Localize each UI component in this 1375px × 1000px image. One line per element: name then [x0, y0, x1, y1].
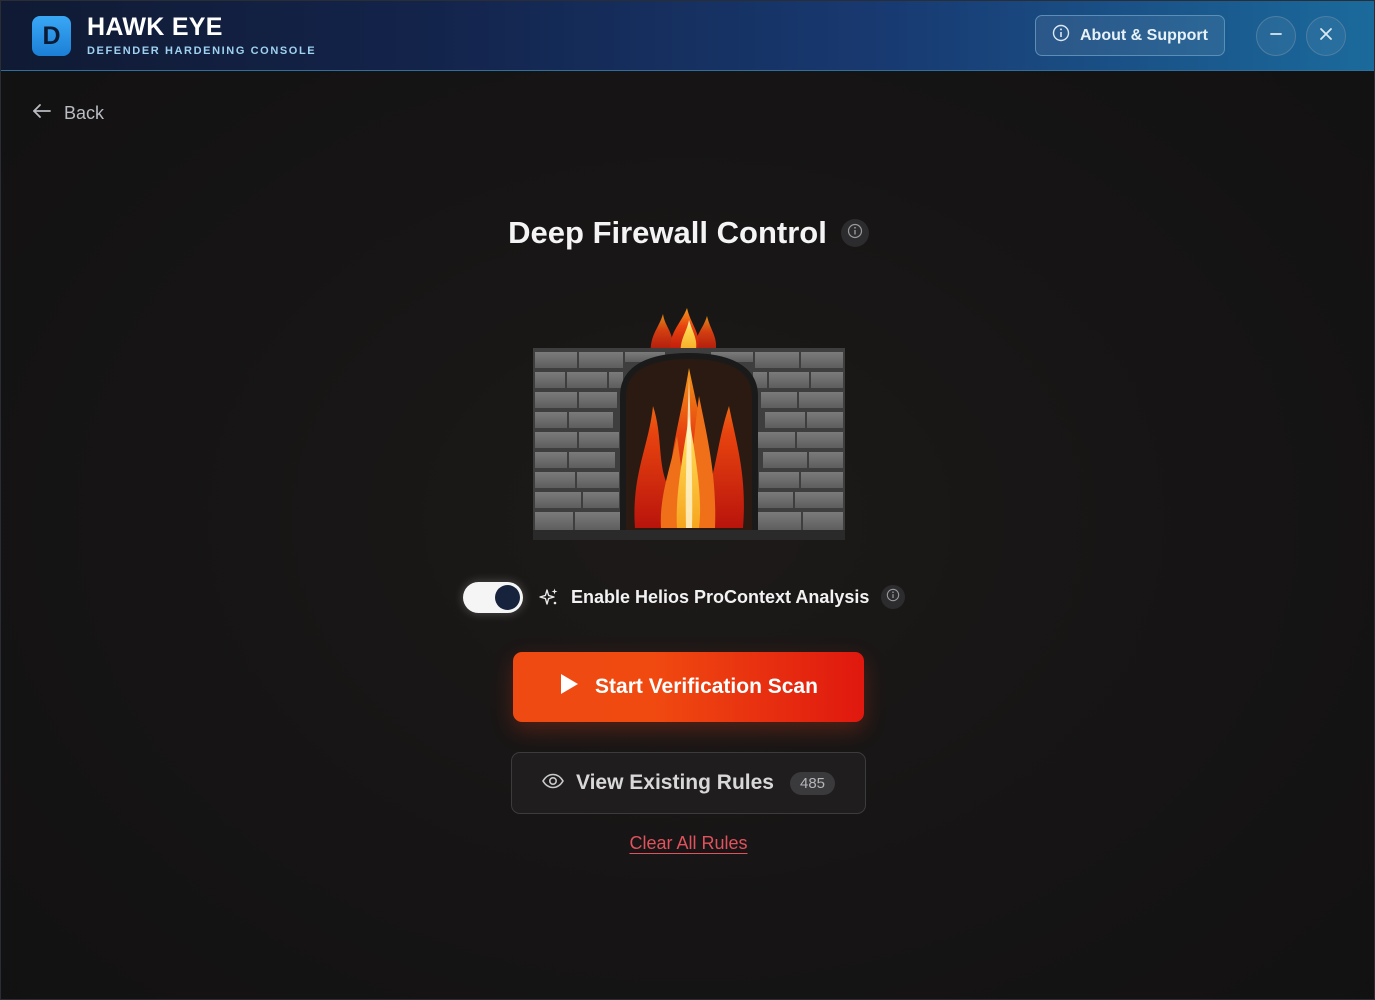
view-existing-rules-button[interactable]: View Existing Rules 485: [511, 752, 866, 814]
play-icon: [559, 673, 579, 701]
back-label: Back: [64, 102, 105, 123]
toggle-knob: [495, 584, 520, 610]
helios-toggle-label: Enable Helios ProContext Analysis: [571, 586, 870, 607]
start-scan-label: Start Verification Scan: [595, 675, 818, 698]
app-title: HAWK EYE: [87, 13, 223, 41]
info-icon: [847, 223, 863, 244]
about-support-button[interactable]: About & Support: [1035, 15, 1225, 56]
title-bar: D HAWK EYE DEFENDER HARDENING CONSOLE Ab…: [1, 1, 1374, 71]
app-subtitle: DEFENDER HARDENING CONSOLE: [87, 45, 317, 57]
app-logo: D: [32, 16, 71, 56]
about-support-label: About & Support: [1080, 26, 1208, 44]
arrow-left-icon: [32, 103, 52, 124]
minimize-button[interactable]: [1256, 16, 1296, 56]
close-icon: [1319, 27, 1333, 46]
app-window: D HAWK EYE DEFENDER HARDENING CONSOLE Ab…: [0, 0, 1375, 1000]
page-title: Deep Firewall Control: [508, 215, 827, 250]
back-link[interactable]: Back: [32, 100, 104, 126]
view-rules-label: View Existing Rules: [575, 771, 774, 794]
minimize-icon: [1269, 27, 1283, 46]
firewall-illustration: [531, 306, 849, 546]
clear-all-rules-link[interactable]: Clear All Rules: [1, 833, 1375, 854]
sparkle-icon: [539, 587, 559, 607]
helios-toggle-row: Enable Helios ProContext Analysis: [463, 581, 906, 613]
start-verification-scan-button[interactable]: Start Verification Scan: [513, 652, 864, 722]
helios-toggle-switch[interactable]: [463, 581, 523, 613]
close-button[interactable]: [1306, 16, 1346, 56]
info-icon: [886, 588, 900, 607]
title-row: Deep Firewall Control: [1, 211, 1375, 255]
eye-icon: [542, 771, 564, 795]
rules-count-badge: 485: [789, 771, 836, 795]
helios-info-button[interactable]: [881, 585, 906, 609]
info-icon: [1052, 24, 1070, 47]
title-info-button[interactable]: [840, 219, 869, 247]
